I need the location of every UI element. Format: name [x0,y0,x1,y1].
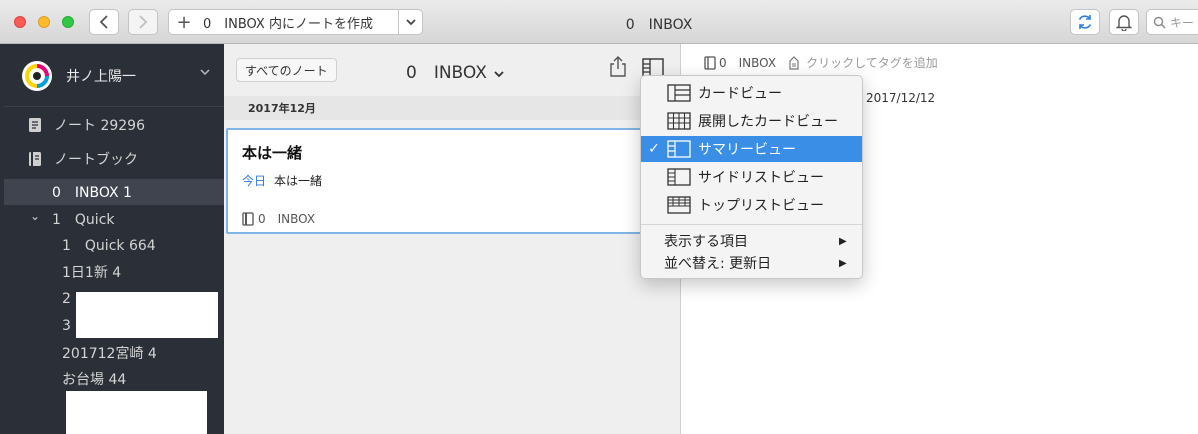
top-list-view-icon [667,196,691,214]
sidebar-item-label: お台場 44 [62,372,127,388]
sidebar-item-label: 1 Quick [52,212,115,228]
menu-item-label: サマリービュー [698,142,796,158]
sync-icon [1078,15,1092,29]
notifications-button[interactable] [1109,9,1139,35]
sidebar-item-quick-stack[interactable]: ⌄ 1 Quick [4,206,228,232]
menu-divider [641,224,862,225]
tag-icon [789,55,799,70]
sidebar-item-1nichi1shin[interactable]: 1日1新 4 [4,259,228,285]
note-notebook: 0 INBOX [242,210,315,227]
menu-item-side-list-view[interactable]: サイドリストビュー [641,164,862,190]
menu-item-label: 展開したカードビュー [698,114,838,130]
sidebar-item-label: 3 [62,318,71,334]
sidebar-item-inbox[interactable]: 0 INBOX 1 [4,179,228,205]
all-notes-button[interactable]: すべてのノート [236,58,337,82]
menu-item-card-view[interactable]: カードビュー [641,80,862,106]
menu-item-label: 並べ替え: 更新日 [664,256,772,272]
submenu-arrow-icon: ▶ [839,257,847,269]
expanded-card-view-icon [667,112,691,130]
menu-item-top-list-view[interactable]: トップリストビュー [641,192,862,218]
submenu-arrow-icon: ▶ [839,235,847,247]
detail-date: 2017/12/12 [866,91,936,105]
notebook-icon [704,55,716,70]
sidebar-item-quick[interactable]: 1 Quick 664 [4,232,228,258]
redaction-box [76,292,218,338]
menu-item-label: トップリストビュー [698,198,824,214]
sidebar-item-notebooks[interactable]: ノートブック [4,146,228,172]
menu-item-summary-view[interactable]: ✓ サマリービュー [641,136,862,162]
sidebar-item-label: 1 Quick 664 [62,238,156,254]
menu-item-expanded-card-view[interactable]: 展開したカードビュー [641,108,862,134]
note-list: すべてのノート 0 INBOX 2017年12月 本は一緒 今日 本は一緒 0 … [224,44,681,434]
redaction-box [66,391,207,434]
notebook-icon [242,211,254,226]
window-title: 0 INBOX [625,17,693,33]
account-logo-icon [25,64,49,88]
share-icon[interactable] [608,56,628,78]
bell-icon [1116,15,1132,31]
sidebar-item-label: ノートブック [54,152,138,168]
side-list-view-icon [667,168,691,186]
checkmark-icon: ✓ [648,141,660,157]
search-icon [1153,16,1166,28]
menu-item-display-fields[interactable]: 表示する項目 ▶ [641,230,862,252]
account-name: 井ノ上陽一 [66,69,136,85]
menu-item-sort-by[interactable]: 並べ替え: 更新日 ▶ [641,252,862,274]
sync-button[interactable] [1070,9,1100,35]
tag-input[interactable]: クリックしてタグを追加 [806,54,938,71]
search-field[interactable]: キー [1146,9,1198,35]
sidebar-item-label: 2 [62,291,71,307]
sidebar-item-label: 201712宮崎 4 [62,346,157,362]
notebook-title: 0 INBOX [406,63,487,83]
search-placeholder: キー [1170,15,1195,30]
detail-notebook[interactable]: 0 INBOX [719,54,776,71]
sidebar-item-label: ノート 29296 [54,118,145,134]
sidebar-item-201712miyazaki[interactable]: 201712宮崎 4 [4,340,228,366]
card-view-icon [667,84,691,102]
note-icon [29,118,41,132]
menu-item-label: 表示する項目 [664,234,748,250]
avatar [22,61,52,91]
sidebar-item-odaiba[interactable]: お台場 44 [4,366,228,392]
menu-item-label: サイドリストビュー [698,170,824,186]
note-title: 本は一緒 [242,144,303,162]
view-menu: カードビュー 展開したカードビュー ✓ サマリービュー サイドリストビュー トッ… [640,75,863,279]
chevron-down-icon[interactable]: ⌄ [30,209,52,223]
note-card[interactable]: 本は一緒 今日 本は一緒 0 INBOX [226,128,679,234]
note-snippet: 本は一緒 [274,174,323,188]
sidebar: 井ノ上陽一 ノート 29296 ノートブック 0 INBOX 1 ⌄ 1 Qui… [0,44,228,434]
chevron-down-icon [200,66,210,79]
menu-item-label: カードビュー [698,86,782,102]
sidebar-divider [4,106,228,107]
sidebar-item-label: 1日1新 4 [62,265,122,281]
window-title-wrap: 0 INBOX [0,14,1198,34]
chevron-down-icon [494,71,504,78]
sidebar-item-notes[interactable]: ノート 29296 [4,112,228,138]
account-switcher[interactable]: 井ノ上陽一 [22,60,222,92]
summary-view-icon [667,140,691,158]
note-date: 今日 [242,174,267,188]
title-bar: + 0 INBOX 内にノートを作成 0 INBOX キー [0,0,1198,44]
note-metadata: 0 INBOX クリックしてタグを追加 [704,54,938,71]
note-notebook-label: 0 INBOX [258,212,316,226]
date-group-header: 2017年12月 [224,96,681,120]
notebook-icon [29,152,41,166]
sidebar-item-label: 0 INBOX 1 [52,185,132,201]
notebook-title-dropdown[interactable]: 0 INBOX [406,58,504,83]
